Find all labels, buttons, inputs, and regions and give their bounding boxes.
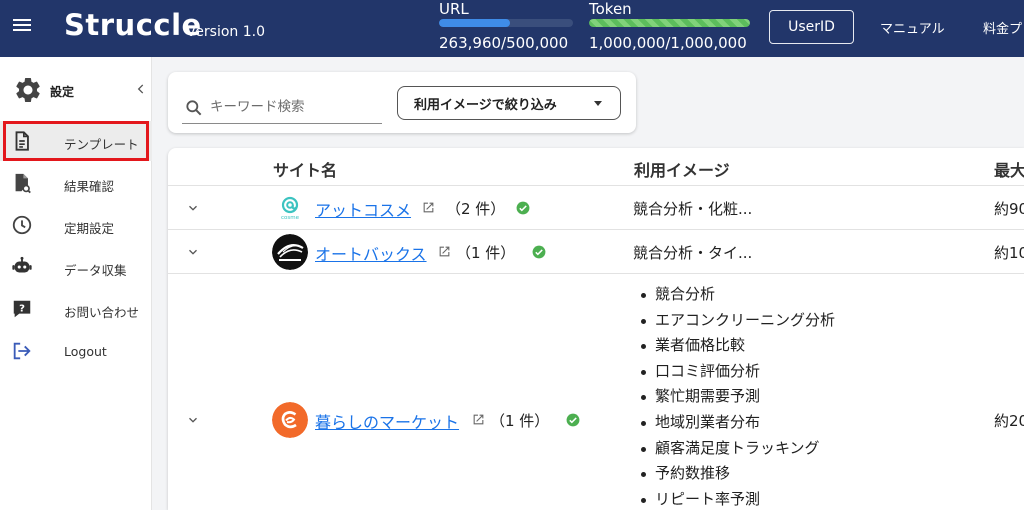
sidebar-item-label: 結果確認 [64, 179, 115, 194]
usage-list-item: 業者価格比較 [638, 333, 835, 359]
svg-text:?: ? [19, 303, 25, 314]
filter-label: 利用イメージで絞り込み [414, 97, 557, 113]
sidebar-item-data-collection[interactable]: データ収集 [0, 247, 152, 287]
usage-list-item: 口コミ評価分析 [638, 359, 835, 385]
kurashi-market-logo [272, 402, 308, 438]
record-count: （1 件） [490, 412, 550, 430]
search-toolbar: 利用イメージで絞り込み [168, 72, 636, 133]
usage-list-item: エアコンクリーニング分析 [638, 308, 835, 334]
url-meter-value: 263,960/500,000 [439, 34, 569, 52]
record-count: （2 件） [446, 200, 506, 218]
record-count: （1 件） [456, 244, 516, 262]
search-field [182, 94, 382, 124]
site-name-link[interactable]: オートバックス [315, 241, 427, 265]
result-document-icon [15, 173, 31, 194]
usage-list-item: 地域別業者分布 [638, 410, 835, 436]
table-row[interactable]: 暮らしのマーケット （1 件） 競合分析 エアコンクリーニング分析 業者価格比較… [168, 274, 1024, 510]
chevron-down-icon[interactable] [186, 201, 200, 215]
autobacs-logo [272, 234, 308, 270]
sidebar: 設定 テンプレート 結果確認 定期設定 データ収集 ? お問い合わせ Logou… [0, 57, 152, 510]
hamburger-menu-icon[interactable] [12, 16, 32, 36]
table-row[interactable]: オートバックス （1 件） 競合分析・タイ... 約10 [168, 230, 1024, 274]
external-link-icon[interactable] [422, 201, 435, 214]
column-header-site[interactable]: サイト名 [273, 157, 337, 181]
chevron-left-icon[interactable] [134, 82, 148, 96]
max-value: 約90 [994, 200, 1024, 218]
usage-summary: 競合分析・タイ... [633, 244, 753, 262]
clock-icon [12, 215, 32, 235]
token-progress-fill [589, 19, 750, 27]
pricing-link[interactable]: 料金プ [983, 18, 1022, 37]
help-chat-icon: ? [13, 300, 31, 318]
sidebar-item-label: データ収集 [64, 263, 127, 278]
url-progress-bar [439, 19, 573, 27]
url-meter-label: URL [439, 0, 469, 18]
sidebar-item-logout[interactable]: Logout [0, 331, 152, 371]
token-meter-value: 1,000,000/1,000,000 [589, 34, 747, 52]
sidebar-item-label: Logout [64, 344, 107, 359]
at-cosme-logo: cosme [272, 190, 308, 226]
svg-text:cosme: cosme [281, 215, 300, 221]
document-icon [15, 131, 29, 151]
sidebar-item-results[interactable]: 結果確認 [0, 163, 152, 203]
usage-list: 競合分析 エアコンクリーニング分析 業者価格比較 口コミ評価分析 繁忙期需要予測… [638, 282, 835, 510]
sidebar-item-template[interactable]: テンプレート [0, 121, 152, 161]
settings-section-header[interactable]: 設定 [0, 71, 152, 111]
table-row[interactable]: cosme アットコスメ （2 件） 競合分析・化粧... 約90 [168, 186, 1024, 230]
sidebar-item-label: 定期設定 [64, 221, 115, 236]
user-id-button[interactable]: UserID [769, 10, 854, 44]
usage-list-item: リピート率予測 [638, 487, 835, 510]
check-circle-icon [566, 413, 580, 427]
sidebar-item-contact[interactable]: ? お問い合わせ [0, 289, 152, 329]
column-header-max[interactable]: 最大 [994, 157, 1024, 181]
usage-list-item: 予約数推移 [638, 461, 835, 487]
usage-filter-dropdown[interactable]: 利用イメージで絞り込み [397, 86, 621, 120]
check-circle-icon [516, 201, 530, 215]
external-link-icon[interactable] [438, 245, 451, 258]
max-value: 約10 [994, 244, 1024, 262]
url-progress-fill [439, 19, 510, 27]
settings-title: 設定 [50, 85, 75, 99]
chevron-down-icon[interactable] [186, 413, 200, 427]
robot-icon [12, 256, 32, 273]
site-name-link[interactable]: アットコスメ [315, 197, 411, 221]
token-meter-label: Token [589, 0, 632, 18]
manual-link[interactable]: マニュアル [880, 18, 945, 37]
brand-logo[interactable]: Struccle [64, 8, 202, 42]
max-value: 約20 [994, 412, 1024, 430]
usage-list-item: 繁忙期需要予測 [638, 384, 835, 410]
gear-icon [16, 78, 40, 102]
keyword-search-input[interactable] [210, 96, 378, 118]
sidebar-item-label: お問い合わせ [64, 305, 140, 320]
column-header-usage[interactable]: 利用イメージ [634, 157, 730, 181]
external-link-icon[interactable] [472, 413, 485, 426]
usage-list-item: 競合分析 [638, 282, 835, 308]
check-circle-icon [532, 245, 546, 259]
top-header: Struccle version 1.0 URL 263,960/500,000… [0, 0, 1024, 57]
usage-summary: 競合分析・化粧... [633, 200, 753, 218]
usage-list-item: 顧客満足度トラッキング [638, 436, 835, 462]
token-progress-bar [589, 19, 750, 27]
search-icon [186, 100, 202, 116]
chevron-down-icon[interactable] [186, 245, 200, 259]
logout-icon [13, 342, 31, 360]
sidebar-item-schedule[interactable]: 定期設定 [0, 205, 152, 245]
site-name-link[interactable]: 暮らしのマーケット [315, 409, 459, 433]
template-table: サイト名 利用イメージ 最大 cosme アットコスメ （2 件） 競合分析・化… [168, 148, 1024, 510]
caret-down-icon [594, 101, 602, 106]
version-label: version 1.0 [187, 24, 265, 40]
sidebar-item-label: テンプレート [64, 137, 139, 152]
